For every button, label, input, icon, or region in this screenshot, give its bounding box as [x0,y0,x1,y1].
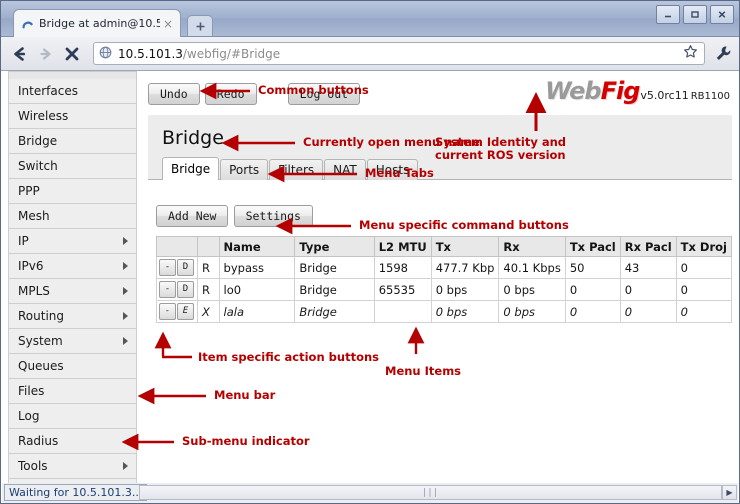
chevron-right-icon: ▶ [726,488,733,497]
tab-close-icon[interactable]: × [160,18,176,30]
window-controls [656,5,734,24]
tab-title: Bridge at admin@10.5.... [39,17,160,30]
annotation-submenu-indicator: Sub-menu indicator [182,434,310,448]
annotation-menu-bar: Menu bar [214,388,276,402]
annotation-menu-tabs: Menu Tabs [365,166,434,180]
navigation-toolbar: 10.5.101.3/webfig/#Bridge [1,37,739,71]
url-path: /webfig/#Bridge [182,46,281,61]
url-text: 10.5.101.3/webfig/#Bridge [118,47,683,61]
browser-titlebar: Bridge at admin@10.5.... × [1,1,739,37]
page-viewport: Interfaces Wireless Bridge Switch PPP Mesh IP I… [2,71,738,483]
status-text: Waiting for 10.5.101.3... [4,484,148,501]
status-bar: Waiting for 10.5.101.3... ∣∣∣ ▶ [2,483,738,503]
forward-button[interactable] [33,41,59,67]
close-button[interactable] [710,5,734,24]
annotation-system-identity-line2: current ROS version [435,148,566,162]
annotation-system-identity: System Identity and current ROS version [435,136,566,162]
loading-spinner-icon [22,18,34,30]
browser-window: Bridge at admin@10.5.... × [0,0,740,504]
maximize-button[interactable] [683,5,707,24]
horizontal-scrollbar[interactable]: ∣∣∣ [139,485,722,500]
plus-icon [196,22,204,30]
bookmark-star-icon[interactable] [683,44,699,63]
url-host: 10.5.101.3 [118,46,183,61]
browser-tab-active[interactable]: Bridge at admin@10.5.... × [13,9,181,37]
annotation-arrows [121,82,547,451]
annotation-common-buttons: Common buttons [258,83,369,97]
annotation-menu-items: Menu Items [385,364,462,378]
annotation-action-buttons: Item specific action buttons [198,350,379,364]
annotation-command-buttons: Menu specific command buttons [359,218,569,232]
back-button[interactable] [7,41,33,67]
scrollbar-grip: ∣∣∣ [422,487,439,498]
close-x-icon [65,47,79,60]
arrow-right-icon [40,47,51,60]
settings-wrench-icon[interactable] [713,45,733,62]
arrow-left-icon [14,46,26,61]
annotation-system-identity-line1: System Identity and [435,135,567,149]
new-tab-button[interactable] [187,15,213,36]
address-bar[interactable]: 10.5.101.3/webfig/#Bridge [93,42,705,65]
minimize-button[interactable] [656,5,680,24]
globe-icon [99,44,113,63]
stop-button[interactable] [59,41,85,67]
scroll-right-button[interactable]: ▶ [722,485,737,500]
